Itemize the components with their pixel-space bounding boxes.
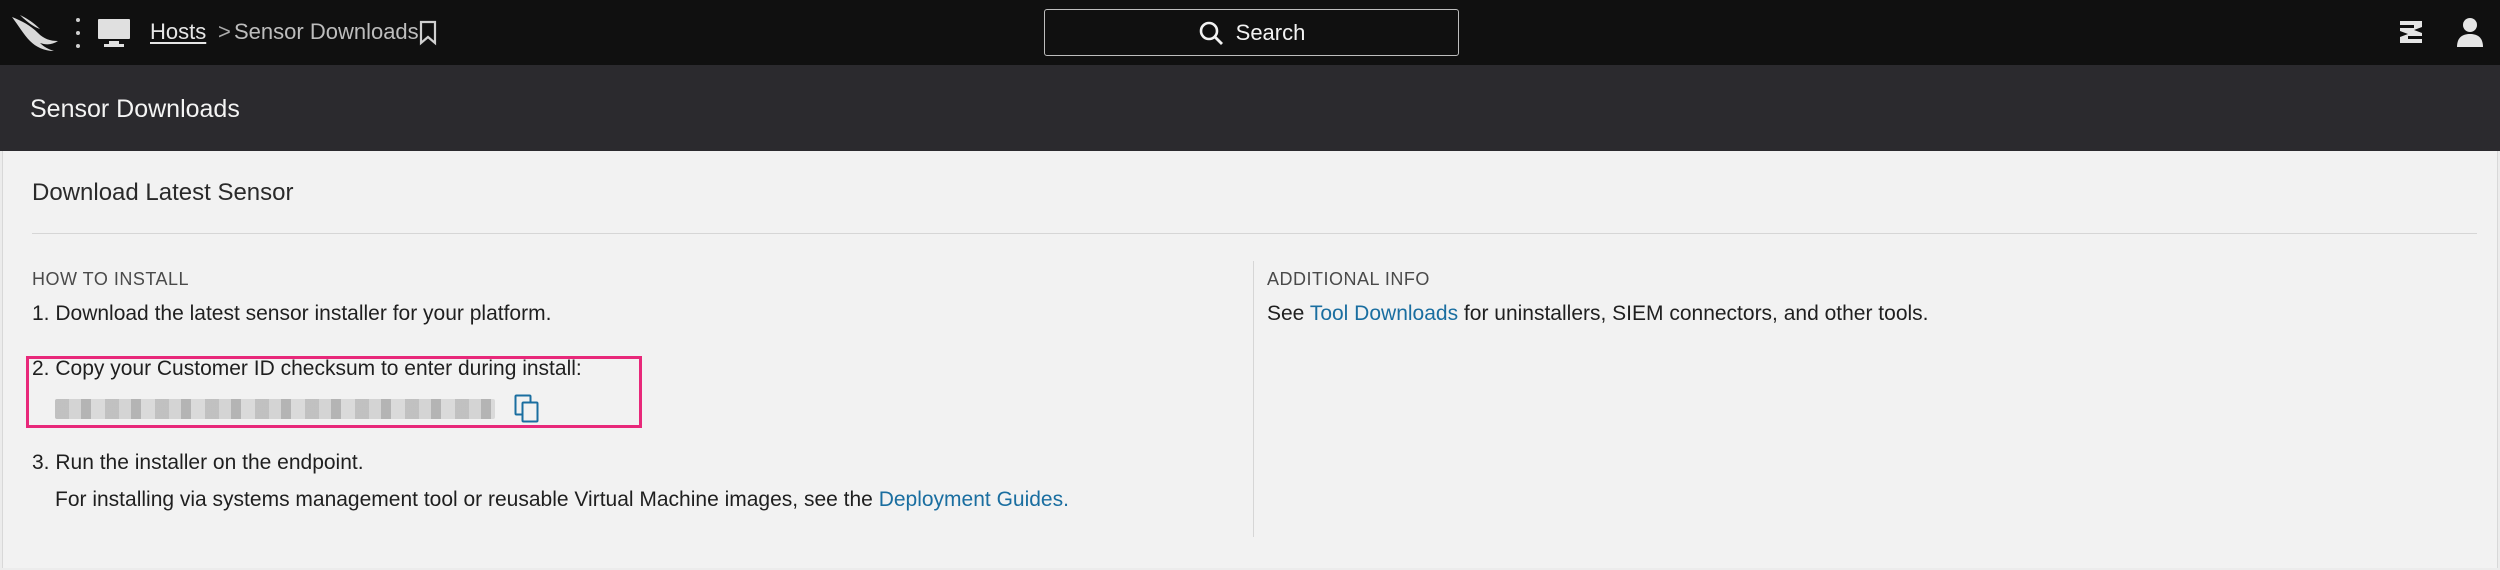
download-panel: Download Latest Sensor HOW TO INSTALL 1.… — [2, 151, 2498, 568]
top-navigation-bar: Hosts > Sensor Downloads Search — [0, 0, 2500, 65]
user-icon[interactable] — [2455, 16, 2485, 48]
kebab-menu-icon[interactable] — [74, 18, 82, 48]
page-title: Sensor Downloads — [30, 95, 240, 123]
how-to-install-label: HOW TO INSTALL — [32, 269, 190, 289]
breadcrumb-hosts-link[interactable]: Hosts — [150, 19, 206, 45]
additional-info-suffix: for uninstallers, SIEM connectors, and o… — [1458, 302, 1929, 325]
breadcrumb-separator: > — [218, 19, 231, 44]
install-step-2: 2. Copy your Customer ID checksum to ent… — [32, 357, 582, 380]
install-step-3-detail: For installing via systems management to… — [55, 488, 1069, 512]
search-icon — [1199, 21, 1223, 45]
additional-info-text: See Tool Downloads for uninstallers, SIE… — [1267, 302, 1929, 326]
install-step-3: 3. Run the installer on the endpoint. — [32, 451, 364, 474]
step-3-detail-suffix: . — [1063, 488, 1069, 511]
deployment-guides-link[interactable]: Deployment Guides — [879, 488, 1063, 511]
monitor-icon — [98, 19, 130, 47]
additional-info-label: ADDITIONAL INFO — [1267, 269, 1430, 289]
bookmark-icon[interactable] — [418, 20, 438, 46]
breadcrumb-current: Sensor Downloads — [234, 19, 419, 44]
tool-downloads-link[interactable]: Tool Downloads — [1310, 302, 1458, 325]
copy-icon[interactable] — [514, 394, 540, 424]
support-icon[interactable] — [2396, 17, 2426, 47]
customer-id-checksum — [55, 399, 495, 419]
falcon-logo-icon[interactable] — [10, 11, 60, 53]
panel-title: Download Latest Sensor — [32, 179, 294, 206]
step-3-detail-text: For installing via systems management to… — [55, 488, 879, 511]
search-label: Search — [1235, 19, 1306, 45]
search-button[interactable]: Search — [1044, 9, 1459, 56]
install-step-1: 1. Download the latest sensor installer … — [32, 302, 552, 325]
additional-info-prefix: See — [1267, 302, 1310, 325]
page-header: Sensor Downloads — [0, 65, 2500, 151]
column-divider — [1253, 261, 1254, 537]
divider — [32, 233, 2477, 234]
